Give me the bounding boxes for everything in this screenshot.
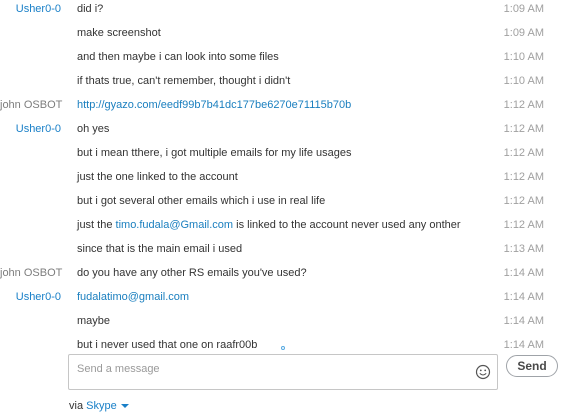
message-text: but i mean tthere, i got multiple emails… [77,147,352,159]
message-row: make screenshot 1:09 AM [0,27,580,52]
caret-down-icon[interactable] [120,404,129,409]
message-text: since that is the main email i used [77,243,243,255]
message-row: and then maybe i can look into some file… [0,51,580,76]
message-row: if thats true, can't remember, thought i… [0,75,580,100]
message-timestamp: 1:12 AM [503,171,544,183]
message-row: but i never used that one on raafr00b 1:1… [0,339,580,348]
message-timestamp: 1:10 AM [503,75,544,87]
message-timestamp: 1:12 AM [503,99,544,111]
message-link[interactable]: fudalatimo@gmail.com [77,291,189,303]
service-selector[interactable]: Skype [86,400,129,412]
message-text: did i? [77,3,104,15]
message-timestamp: 1:09 AM [503,27,544,39]
message-row: john OSBOT do you have any other RS email… [0,267,580,292]
message-row: just the timo.fudala@Gmail.com is linked… [0,219,580,244]
message-sender[interactable]: Usher0-0 [0,291,61,303]
message-input[interactable] [77,361,467,377]
send-via: via Skype [69,400,129,412]
message-text: and then maybe i can look into some file… [77,51,279,63]
message-text: fudalatimo@gmail.com [77,291,189,303]
message-text: but i never used that one on raafr00b [77,339,258,348]
message-timestamp: 1:10 AM [503,51,544,63]
service-label[interactable]: Skype [86,400,117,412]
message-text: maybe [77,315,111,327]
message-composer[interactable] [68,354,498,390]
message-text: do you have any other RS emails you've u… [77,267,307,279]
message-sender[interactable]: john OSBOT [0,267,62,279]
message-row: just the one linked to the account 1:12 A… [0,171,580,196]
via-label: via [69,400,84,412]
message-text: but i got several other emails which i u… [77,195,326,207]
typing-indicator-icon [281,346,285,350]
message-link[interactable]: timo.fudala@Gmail.com [116,219,234,231]
message-link[interactable]: http://gyazo.com/eedf99b7b41dc177be6270e… [77,99,351,111]
message-timestamp: 1:14 AM [503,291,544,303]
message-timestamp: 1:12 AM [503,123,544,135]
message-text-part: is linked to the account never used any … [233,219,461,231]
chat-history[interactable]: Usher0-0 did i? 1:09 AM make screenshot 1:09… [0,0,580,348]
message-timestamp: 1:14 AM [503,339,544,348]
message-text: oh yes [77,123,110,135]
message-row: Usher0-0 did i? 1:09 AM [0,3,580,28]
message-timestamp: 1:14 AM [503,267,544,279]
message-text: just the timo.fudala@Gmail.com is linked… [77,219,461,231]
message-timestamp: 1:12 AM [503,219,544,231]
send-button[interactable]: Send [506,355,558,377]
message-sender[interactable]: Usher0-0 [0,3,61,15]
message-row: john OSBOT http://gyazo.com/eedf99b7b41dc… [0,99,580,124]
message-row: since that is the main email i used 1:13 … [0,243,580,268]
message-row: but i mean tthere, i got multiple emails… [0,147,580,172]
message-timestamp: 1:12 AM [503,195,544,207]
message-timestamp: 1:12 AM [503,147,544,159]
message-row: Usher0-0 oh yes 1:12 AM [0,123,580,148]
message-row: maybe 1:14 AM [0,315,580,340]
message-timestamp: 1:09 AM [503,3,544,15]
message-text-part: just the [77,219,116,231]
message-text: http://gyazo.com/eedf99b7b41dc177be6270e… [77,99,351,111]
message-row: Usher0-0 fudalatimo@gmail.com 1:14 AM [0,291,580,316]
message-text: make screenshot [77,27,161,39]
message-sender[interactable]: Usher0-0 [0,123,61,135]
message-text: if thats true, can't remember, thought i… [77,75,291,87]
message-text: just the one linked to the account [77,171,238,183]
message-sender[interactable]: john OSBOT [0,99,62,111]
message-timestamp: 1:13 AM [503,243,544,255]
message-row: but i got several other emails which i u… [0,195,580,220]
message-timestamp: 1:14 AM [503,315,544,327]
smiley-icon[interactable] [475,364,491,380]
